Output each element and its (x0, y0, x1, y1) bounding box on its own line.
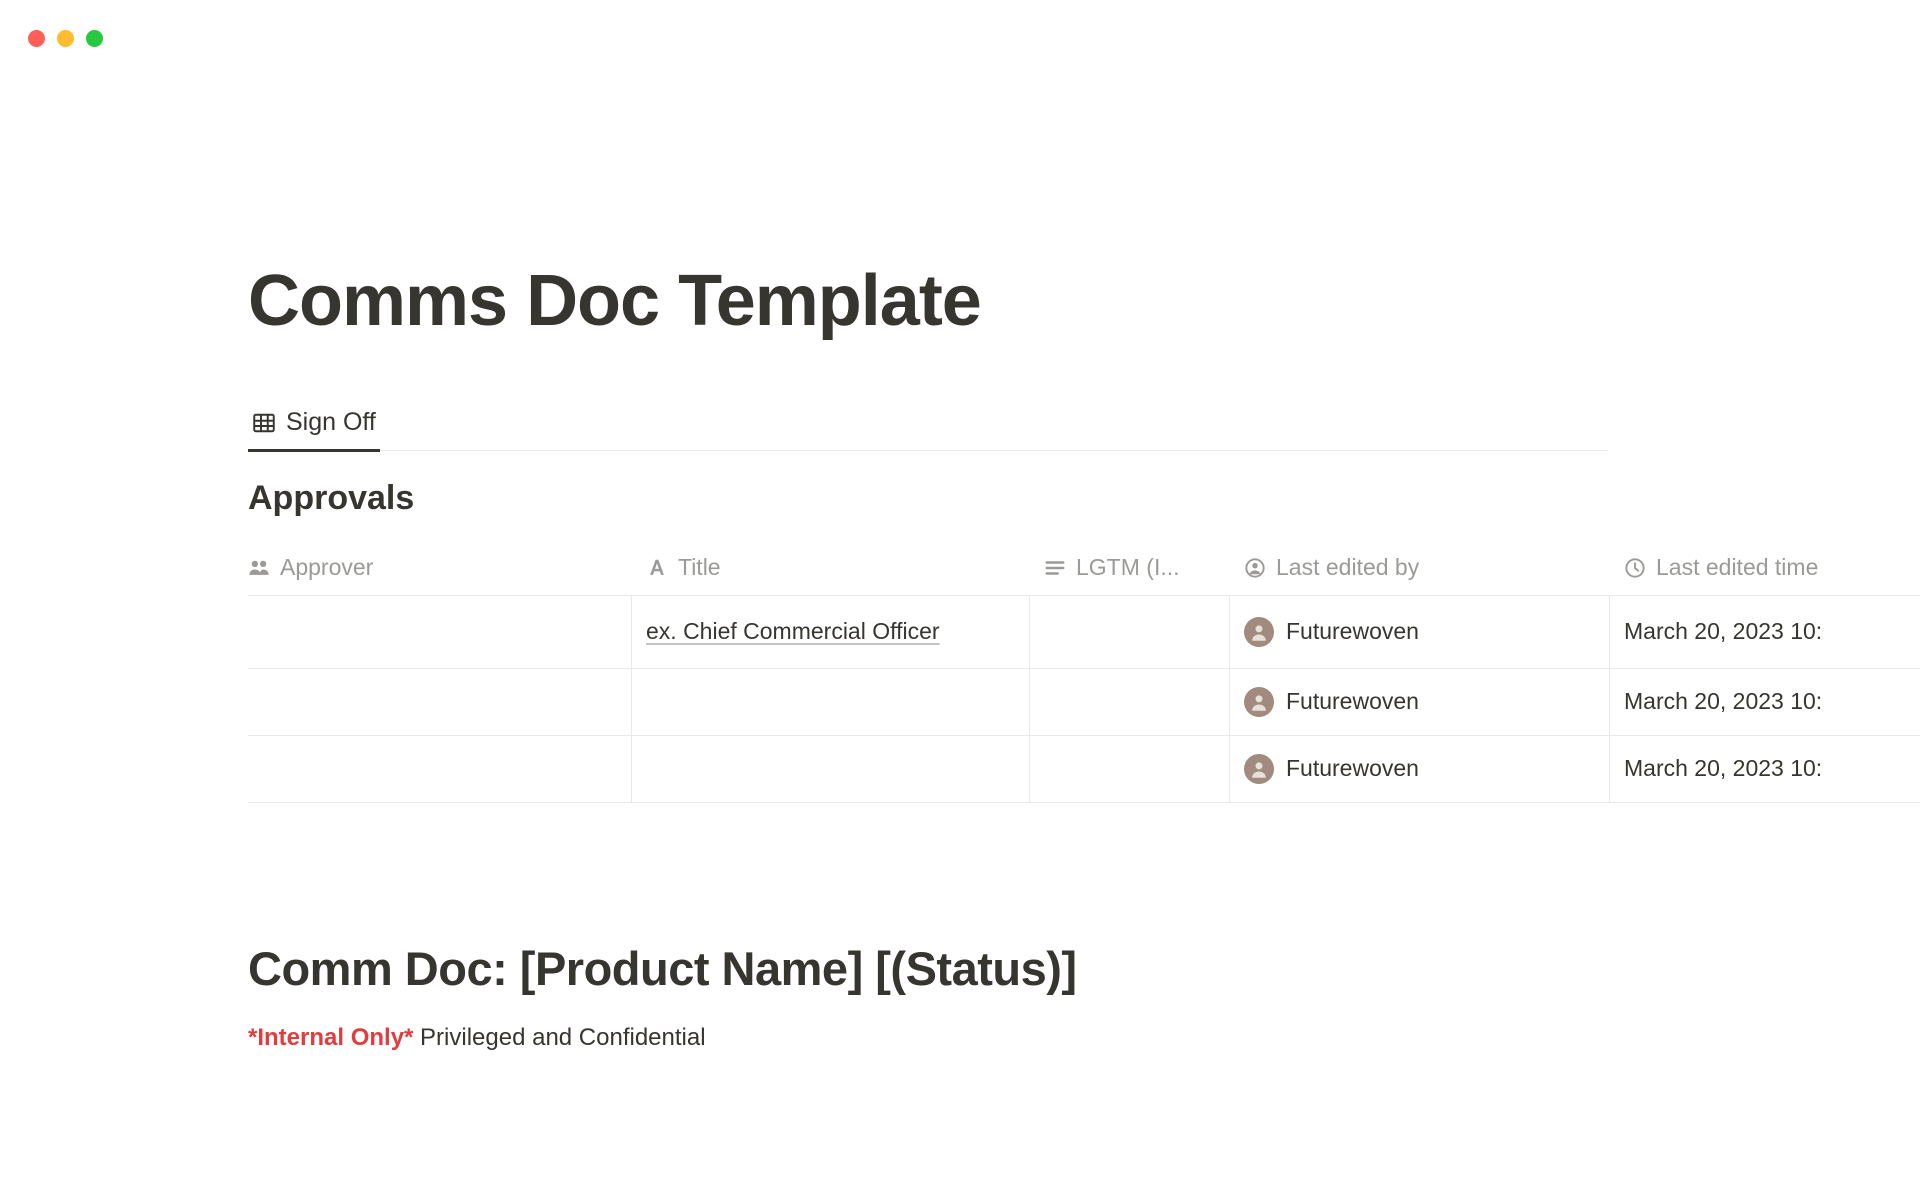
cell-title[interactable] (632, 736, 1030, 802)
close-window-button[interactable] (28, 30, 45, 47)
cell-edited-time[interactable]: March 20, 2023 10: (1610, 596, 1910, 668)
cell-value: Futurewoven (1286, 618, 1419, 645)
column-header-edited-by[interactable]: Last edited by (1230, 542, 1610, 595)
page-content: Comms Doc Template Sign Off Approvals (248, 260, 1920, 1052)
avatar-icon (1244, 754, 1274, 784)
internal-only-label: *Internal Only* (248, 1024, 413, 1051)
avatar-icon (1244, 687, 1274, 717)
classification-line[interactable]: *Internal Only* Privileged and Confident… (248, 1024, 1920, 1052)
cell-approver[interactable] (248, 596, 632, 668)
column-label: Approver (280, 554, 373, 581)
tab-bar: Sign Off (248, 400, 1608, 451)
table-row[interactable]: Futurewoven March 20, 2023 10: (248, 736, 1920, 803)
cell-approver[interactable] (248, 736, 632, 802)
cell-title[interactable]: ex. Chief Commercial Officer (632, 596, 1030, 668)
window-controls (28, 30, 103, 47)
cell-value: March 20, 2023 10: (1624, 618, 1822, 645)
person-icon (1244, 557, 1266, 579)
cell-value: ex. Chief Commercial Officer (646, 614, 940, 650)
column-header-edited-time[interactable]: Last edited time (1610, 542, 1910, 595)
minimize-window-button[interactable] (57, 30, 74, 47)
cell-lgtm[interactable] (1030, 736, 1230, 802)
cell-edited-time[interactable]: March 20, 2023 10: (1610, 736, 1910, 802)
column-header-approver[interactable]: Approver (248, 542, 632, 595)
cell-value: March 20, 2023 10: (1624, 688, 1822, 715)
tab-sign-off[interactable]: Sign Off (248, 400, 380, 452)
cell-edited-by[interactable]: Futurewoven (1230, 669, 1610, 735)
column-label: Last edited time (1656, 554, 1818, 581)
column-header-lgtm[interactable]: LGTM (I... (1030, 542, 1230, 595)
column-label: Last edited by (1276, 554, 1419, 581)
column-label: Title (678, 554, 721, 581)
avatar-icon (1244, 617, 1274, 647)
table-header: Approver Title LGTM (I... (248, 542, 1920, 596)
people-icon (248, 557, 270, 579)
lines-icon (1044, 557, 1066, 579)
cell-title[interactable] (632, 669, 1030, 735)
cell-value: Futurewoven (1286, 755, 1419, 782)
cell-lgtm[interactable] (1030, 669, 1230, 735)
cell-lgtm[interactable] (1030, 596, 1230, 668)
text-icon (646, 557, 668, 579)
page-title[interactable]: Comms Doc Template (248, 260, 1920, 342)
cell-edited-time[interactable]: March 20, 2023 10: (1610, 669, 1910, 735)
cell-edited-by[interactable]: Futurewoven (1230, 596, 1610, 668)
tab-label: Sign Off (286, 408, 376, 437)
table-row[interactable]: ex. Chief Commercial Officer Futurewoven… (248, 596, 1920, 669)
column-header-title[interactable]: Title (632, 542, 1030, 595)
table-row[interactable]: Futurewoven March 20, 2023 10: (248, 669, 1920, 736)
maximize-window-button[interactable] (86, 30, 103, 47)
doc-heading[interactable]: Comm Doc: [Product Name] [(Status)] (248, 941, 1920, 996)
classification-text: Privileged and Confidential (413, 1024, 705, 1051)
cell-edited-by[interactable]: Futurewoven (1230, 736, 1610, 802)
table-icon (252, 411, 276, 435)
cell-approver[interactable] (248, 669, 632, 735)
cell-value: Futurewoven (1286, 688, 1419, 715)
clock-icon (1624, 557, 1646, 579)
approvals-heading: Approvals (248, 479, 1920, 518)
column-label: LGTM (I... (1076, 554, 1180, 581)
cell-value: March 20, 2023 10: (1624, 755, 1822, 782)
